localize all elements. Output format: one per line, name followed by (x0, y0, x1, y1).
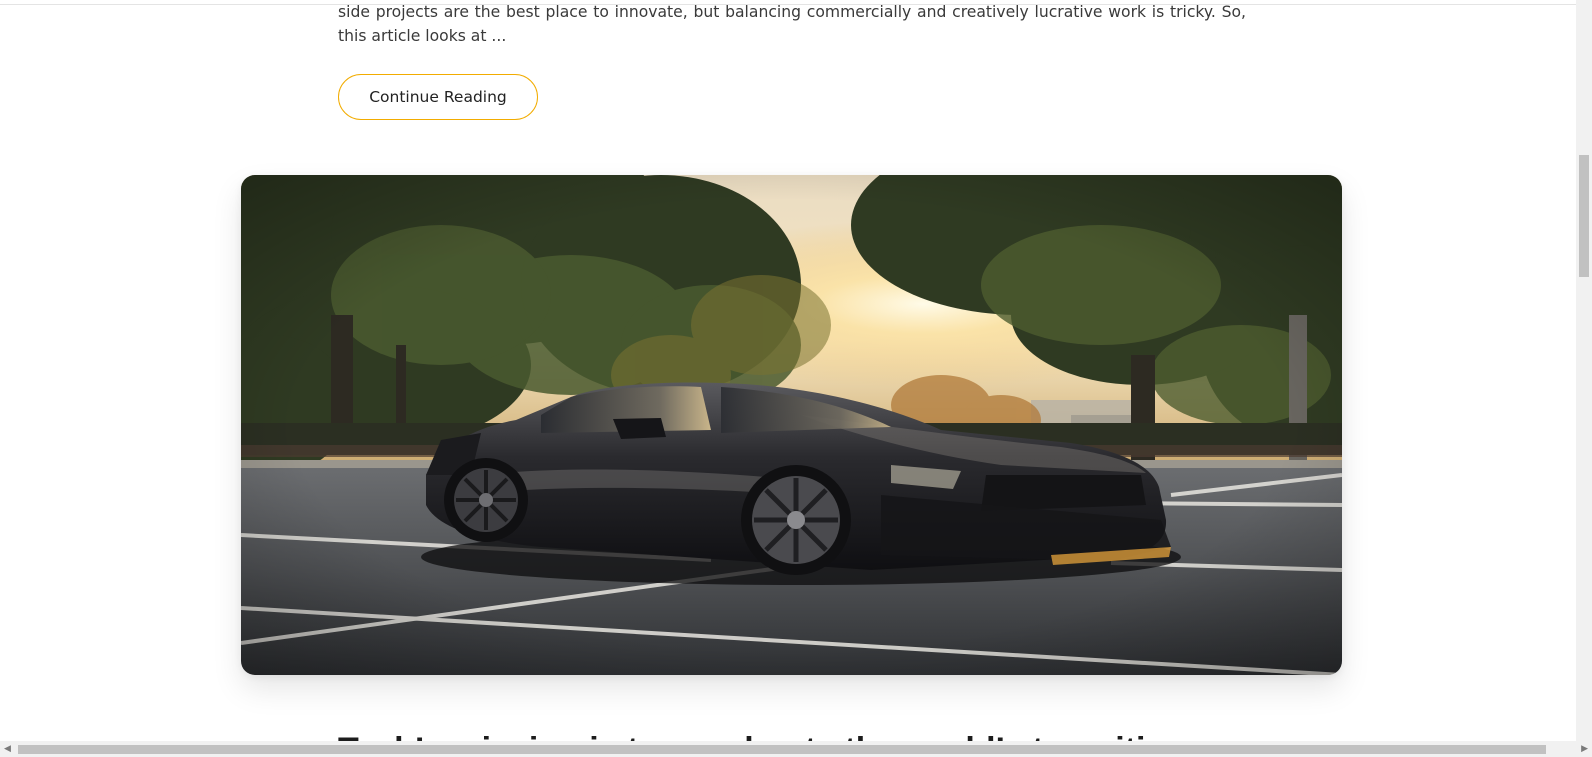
vertical-scrollbar[interactable] (1576, 0, 1592, 741)
scroll-left-arrow-icon[interactable]: ◀ (4, 744, 11, 754)
post-excerpt: side projects are the best place to inno… (338, 3, 1246, 45)
post-featured-image[interactable] (241, 175, 1342, 675)
scroll-right-arrow-icon[interactable]: ▶ (1581, 744, 1588, 754)
continue-reading-button[interactable]: Continue Reading (338, 74, 538, 120)
vertical-scrollbar-thumb[interactable] (1579, 155, 1589, 277)
blog-page: side projects are the best place to inno… (0, 0, 1592, 757)
featured-image-icon (241, 175, 1342, 675)
horizontal-scrollbar-thumb[interactable] (18, 745, 1546, 754)
horizontal-scrollbar[interactable]: ◀ ▶ (0, 741, 1592, 757)
